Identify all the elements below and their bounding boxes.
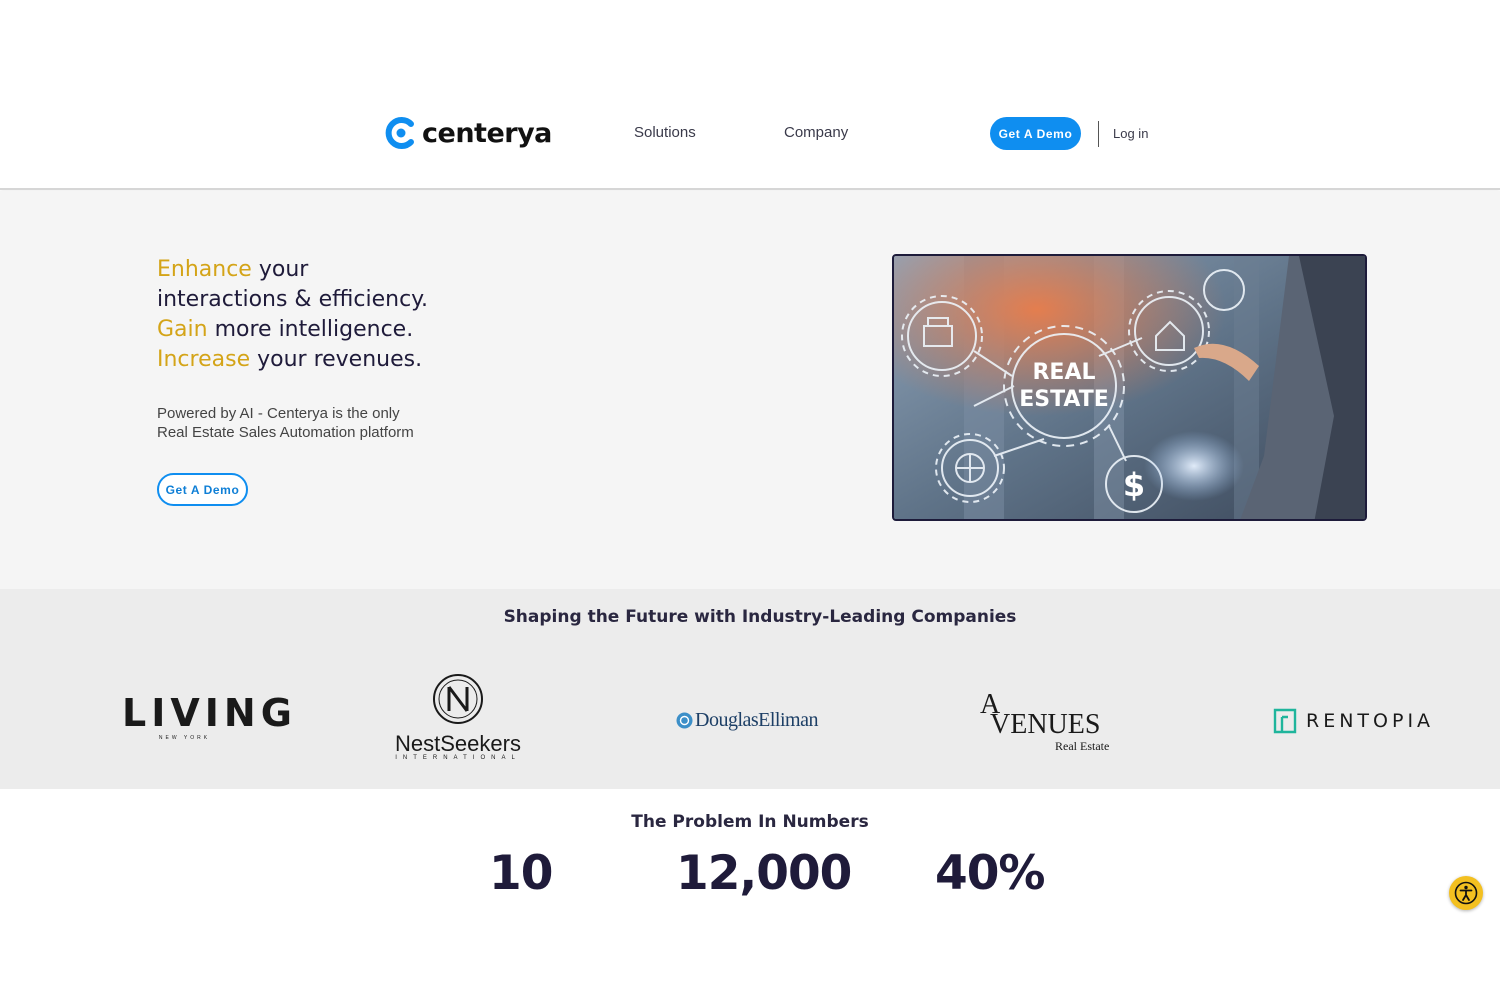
real-estate-illustration: $ REAL ESTATE <box>894 256 1365 519</box>
headline-text: your revenues. <box>250 347 423 372</box>
svg-text:ESTATE: ESTATE <box>1019 387 1109 412</box>
headline-text: interactions & efficiency. <box>157 287 429 312</box>
headline-text: more intelligence. <box>207 317 414 342</box>
headline-highlight: Enhance <box>157 257 252 282</box>
avenues-logo-text: VENUES <box>990 709 1101 740</box>
hero-headline: Enhance your interactions & efficiency. … <box>157 255 428 375</box>
headline-highlight: Increase <box>157 347 251 372</box>
nav-company[interactable]: Company <box>784 124 848 141</box>
nav-solutions[interactable]: Solutions <box>634 124 696 141</box>
rentopia-logo-text: RENTOPIA <box>1306 710 1435 732</box>
partners-section: Shaping the Future with Industry-Leading… <box>0 589 1500 789</box>
centerya-logo-icon <box>385 117 414 149</box>
subtitle-line: Powered by AI - Centerya is the only <box>157 405 400 422</box>
headline-text: your <box>251 257 309 282</box>
nestseekers-emblem-icon <box>433 674 483 724</box>
get-demo-button-header[interactable]: Get A Demo <box>990 117 1081 150</box>
svg-text:REAL: REAL <box>1032 360 1095 385</box>
get-demo-button-hero[interactable]: Get A Demo <box>157 473 248 506</box>
hero-image: $ REAL ESTATE <box>892 254 1367 521</box>
nestseekers-logo-sub: INTERNATIONAL <box>395 755 521 761</box>
living-logo-sub: NEW YORK <box>158 735 211 741</box>
stat-number: 12,000 <box>676 846 852 901</box>
living-logo-text: LIVING <box>122 691 297 735</box>
logo-text: centerya <box>422 117 552 149</box>
douglas-elliman-logo: DouglasElliman <box>676 709 818 732</box>
svg-text:$: $ <box>1123 466 1145 504</box>
numbers-title: The Problem In Numbers <box>631 812 869 832</box>
site-header: centerya Solutions Company Get A Demo Lo… <box>0 0 1500 190</box>
rentopia-door-icon <box>1273 708 1297 734</box>
login-link[interactable]: Log in <box>1113 126 1148 141</box>
hero-section: Enhance your interactions & efficiency. … <box>0 191 1500 589</box>
douglas-elliman-icon <box>676 712 693 729</box>
stat-number: 40% <box>935 846 1045 901</box>
living-logo: LIVING NEW YORK <box>122 691 297 741</box>
nav-divider <box>1098 121 1099 147</box>
centerya-logo[interactable]: centerya <box>384 114 552 152</box>
stat-number: 10 <box>489 846 553 901</box>
douglas-elliman-text: DouglasElliman <box>695 709 818 731</box>
headline-highlight: Gain <box>157 317 208 342</box>
subtitle-line: Real Estate Sales Automation platform <box>157 424 414 441</box>
nestseekers-logo-text: NestSeekers <box>395 731 521 756</box>
accessibility-button[interactable] <box>1449 876 1483 910</box>
partners-title: Shaping the Future with Industry-Leading… <box>503 607 1017 627</box>
nestseekers-logo: NestSeekers INTERNATIONAL <box>392 673 524 761</box>
rentopia-logo: RENTOPIA <box>1272 707 1434 735</box>
hero-subtitle: Powered by AI - Centerya is the only Rea… <box>157 404 477 442</box>
avenues-logo-sub: Real Estate <box>1055 739 1110 753</box>
accessibility-icon <box>1454 881 1478 905</box>
